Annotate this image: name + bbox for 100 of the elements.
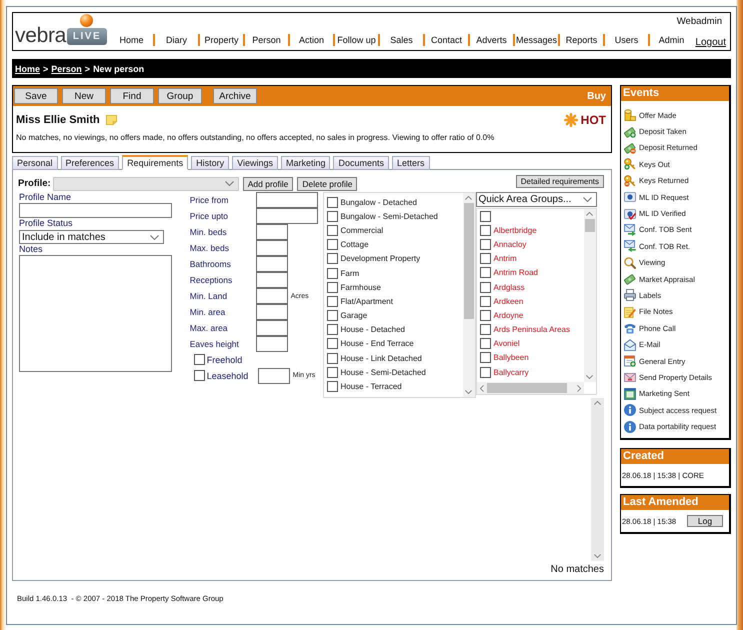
- checkbox[interactable]: [326, 296, 338, 307]
- scrollbar-thumb[interactable]: [584, 219, 594, 232]
- property-type-label: House - Link Detached: [340, 354, 422, 363]
- checkbox[interactable]: [480, 238, 490, 250]
- checkbox[interactable]: [326, 282, 338, 293]
- criteria-field[interactable]: [256, 208, 318, 224]
- nav-link[interactable]: Contact: [425, 34, 468, 46]
- nav-link[interactable]: Follow up: [335, 34, 378, 46]
- nav-link[interactable]: Sales: [380, 34, 423, 46]
- scrollbar[interactable]: [476, 382, 584, 394]
- nav-link[interactable]: Person: [245, 34, 288, 46]
- checkbox[interactable]: [326, 324, 338, 336]
- nav-link[interactable]: Property: [200, 34, 243, 46]
- scrollbar-thumb[interactable]: [486, 383, 566, 393]
- chevron-down-icon: [224, 181, 234, 186]
- toolbar-button[interactable]: Save: [14, 88, 58, 104]
- nav-link[interactable]: Reports: [560, 34, 603, 46]
- logout-link[interactable]: Logout: [695, 37, 726, 48]
- checkbox[interactable]: [326, 253, 338, 264]
- toolbar-button[interactable]: Find: [110, 88, 154, 104]
- checkbox[interactable]: [480, 253, 490, 264]
- nav-link[interactable]: Home: [110, 34, 153, 46]
- tab[interactable]: History: [191, 156, 230, 170]
- scrollbar[interactable]: [591, 398, 604, 561]
- profile-button[interactable]: Add profile: [242, 176, 294, 190]
- checkbox[interactable]: [480, 366, 490, 378]
- tab[interactable]: Viewings: [232, 156, 278, 170]
- checkbox[interactable]: [480, 224, 490, 236]
- magnifier-icon: [624, 256, 636, 269]
- checkbox[interactable]: [480, 310, 490, 321]
- checkbox[interactable]: [480, 338, 490, 350]
- criteria-field[interactable]: [256, 240, 288, 256]
- tab[interactable]: Letters: [392, 156, 430, 170]
- checkbox[interactable]: [480, 267, 490, 278]
- criteria-field[interactable]: [256, 336, 288, 352]
- area-label: Avoniel: [494, 339, 520, 348]
- breadcrumb-link[interactable]: Home: [15, 64, 40, 74]
- checkbox[interactable]: [480, 210, 490, 222]
- log-button[interactable]: Log: [687, 515, 723, 527]
- status-dropdown[interactable]: Include in matches: [19, 230, 164, 244]
- notes-field[interactable]: [19, 255, 172, 372]
- checkbox[interactable]: [480, 296, 490, 307]
- tab[interactable]: Personal: [12, 156, 58, 170]
- checkbox[interactable]: [194, 354, 205, 365]
- checkbox[interactable]: [326, 268, 338, 279]
- criteria-field[interactable]: [256, 256, 288, 272]
- checkbox[interactable]: [326, 210, 338, 222]
- scrollbar[interactable]: [584, 209, 596, 382]
- scrollbar-thumb[interactable]: [464, 203, 474, 319]
- property-type-label: House - End Terrace: [340, 339, 414, 348]
- breadcrumb-link[interactable]: Person: [51, 64, 82, 74]
- checkbox[interactable]: [326, 239, 338, 250]
- area-groups-dropdown[interactable]: Quick Area Groups...: [476, 192, 596, 207]
- area-label: Annacloy: [494, 240, 526, 249]
- nav-link[interactable]: Action: [290, 34, 333, 46]
- years-field[interactable]: [258, 368, 290, 384]
- profile-name-field[interactable]: [19, 203, 172, 218]
- checkbox[interactable]: [326, 381, 338, 392]
- tab[interactable]: Preferences: [60, 156, 120, 170]
- checkbox[interactable]: [326, 352, 338, 364]
- info-icon: [624, 404, 636, 416]
- checkbox[interactable]: [326, 224, 338, 236]
- tab[interactable]: Marketing: [280, 156, 330, 170]
- checkbox[interactable]: [480, 324, 490, 336]
- checkbox[interactable]: [326, 310, 338, 322]
- criteria-field[interactable]: [256, 192, 318, 208]
- nav-link[interactable]: Messages: [515, 34, 558, 46]
- criteria-field[interactable]: [256, 224, 288, 240]
- criteria-label: Eaves height: [190, 339, 240, 349]
- nav-link[interactable]: Admin: [650, 34, 693, 46]
- tenure-label: Leasehold: [206, 370, 250, 380]
- nav-link[interactable]: Diary: [155, 34, 198, 46]
- tab[interactable]: Requirements: [122, 155, 188, 170]
- printer-icon: [624, 289, 636, 302]
- criteria-field[interactable]: [256, 272, 288, 288]
- scrollbar[interactable]: [462, 193, 474, 397]
- area-label: Ballybeen: [494, 353, 529, 362]
- checkbox[interactable]: [326, 366, 338, 378]
- profile-button[interactable]: Delete profile: [297, 176, 358, 190]
- nav-link[interactable]: Users: [605, 34, 648, 46]
- chevron-up-icon: [594, 401, 601, 405]
- checkbox[interactable]: [326, 338, 338, 350]
- toolbar-button[interactable]: New: [62, 88, 106, 104]
- area-label: Antrim: [494, 254, 517, 264]
- nav-link[interactable]: Adverts: [470, 34, 513, 46]
- criteria-field[interactable]: [256, 304, 288, 320]
- envelope-arrow-icon: [624, 224, 636, 236]
- checkbox[interactable]: [326, 196, 338, 208]
- area-label: Ballycarry: [494, 368, 529, 377]
- checkbox[interactable]: [480, 282, 490, 293]
- tab[interactable]: Documents: [333, 156, 390, 170]
- criteria-field[interactable]: [256, 320, 288, 336]
- checkbox[interactable]: [194, 370, 205, 381]
- criteria-field[interactable]: [256, 288, 288, 304]
- chevron-up-icon: [465, 196, 472, 200]
- toolbar-button[interactable]: Group: [158, 88, 202, 104]
- toolbar-button[interactable]: Archive: [213, 88, 257, 104]
- checkbox[interactable]: [480, 352, 490, 364]
- detailed-requirements-button[interactable]: Detailed requirements: [516, 175, 604, 188]
- envelope-icon: [624, 338, 636, 351]
